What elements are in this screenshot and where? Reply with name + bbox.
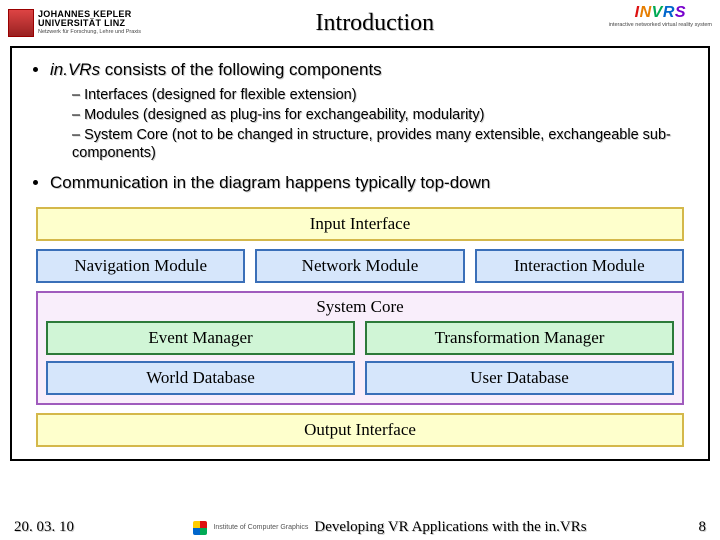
jku-crest-icon — [8, 9, 34, 37]
box-network-module: Network Module — [255, 249, 464, 283]
icg-logo-icon — [193, 521, 207, 535]
product-name: in.VRs — [50, 60, 100, 79]
icg-logo-text: Institute of Computer Graphics — [213, 524, 308, 531]
box-input-interface: Input Interface — [36, 207, 684, 241]
invrs-subtitle: interactive networked virtual reality sy… — [609, 22, 712, 28]
jku-subtitle: Netzwerk für Forschung, Lehre und Praxis — [38, 30, 141, 36]
bullet-communication: Communication in the diagram happens typ… — [50, 173, 698, 193]
box-interaction-module: Interaction Module — [475, 249, 684, 283]
invrs-logo: INVRS interactive networked virtual real… — [609, 4, 712, 42]
box-event-manager: Event Manager — [46, 321, 355, 355]
box-world-database: World Database — [46, 361, 355, 395]
slide-header: JOHANNES KEPLER UNIVERSITÄT LINZ Netzwer… — [0, 0, 720, 46]
sub-system-core: System Core (not to be changed in struct… — [72, 126, 698, 162]
architecture-diagram: Input Interface Navigation Module Networ… — [12, 197, 708, 447]
box-user-database: User Database — [365, 361, 674, 395]
footer-date: 20. 03. 10 — [14, 519, 104, 536]
slide-title: Introduction — [316, 10, 435, 36]
system-core-label: System Core — [46, 297, 674, 317]
slide-body-frame: in.VRs consists of the following compone… — [10, 46, 710, 461]
box-output-interface: Output Interface — [36, 413, 684, 447]
box-system-core: System Core Event Manager Transformation… — [36, 291, 684, 405]
footer-page-number: 8 — [676, 519, 706, 536]
jku-logo: JOHANNES KEPLER UNIVERSITÄT LINZ Netzwer… — [8, 4, 141, 42]
slide-content: in.VRs consists of the following compone… — [12, 48, 708, 193]
bullet-components: in.VRs consists of the following compone… — [50, 60, 698, 163]
box-transformation-manager: Transformation Manager — [365, 321, 674, 355]
slide-footer: 20. 03. 10 Institute of Computer Graphic… — [0, 519, 720, 536]
footer-title: Developing VR Applications with the in.V… — [314, 519, 586, 536]
invrs-wordmark: INVRS — [635, 4, 686, 22]
box-navigation-module: Navigation Module — [36, 249, 245, 283]
sub-modules: Modules (designed as plug-ins for exchan… — [72, 106, 698, 124]
sub-interfaces: Interfaces (designed for flexible extens… — [72, 86, 698, 104]
bullet-components-text: consists of the following components — [100, 60, 382, 79]
jku-name-line2: UNIVERSITÄT LINZ — [38, 19, 141, 28]
